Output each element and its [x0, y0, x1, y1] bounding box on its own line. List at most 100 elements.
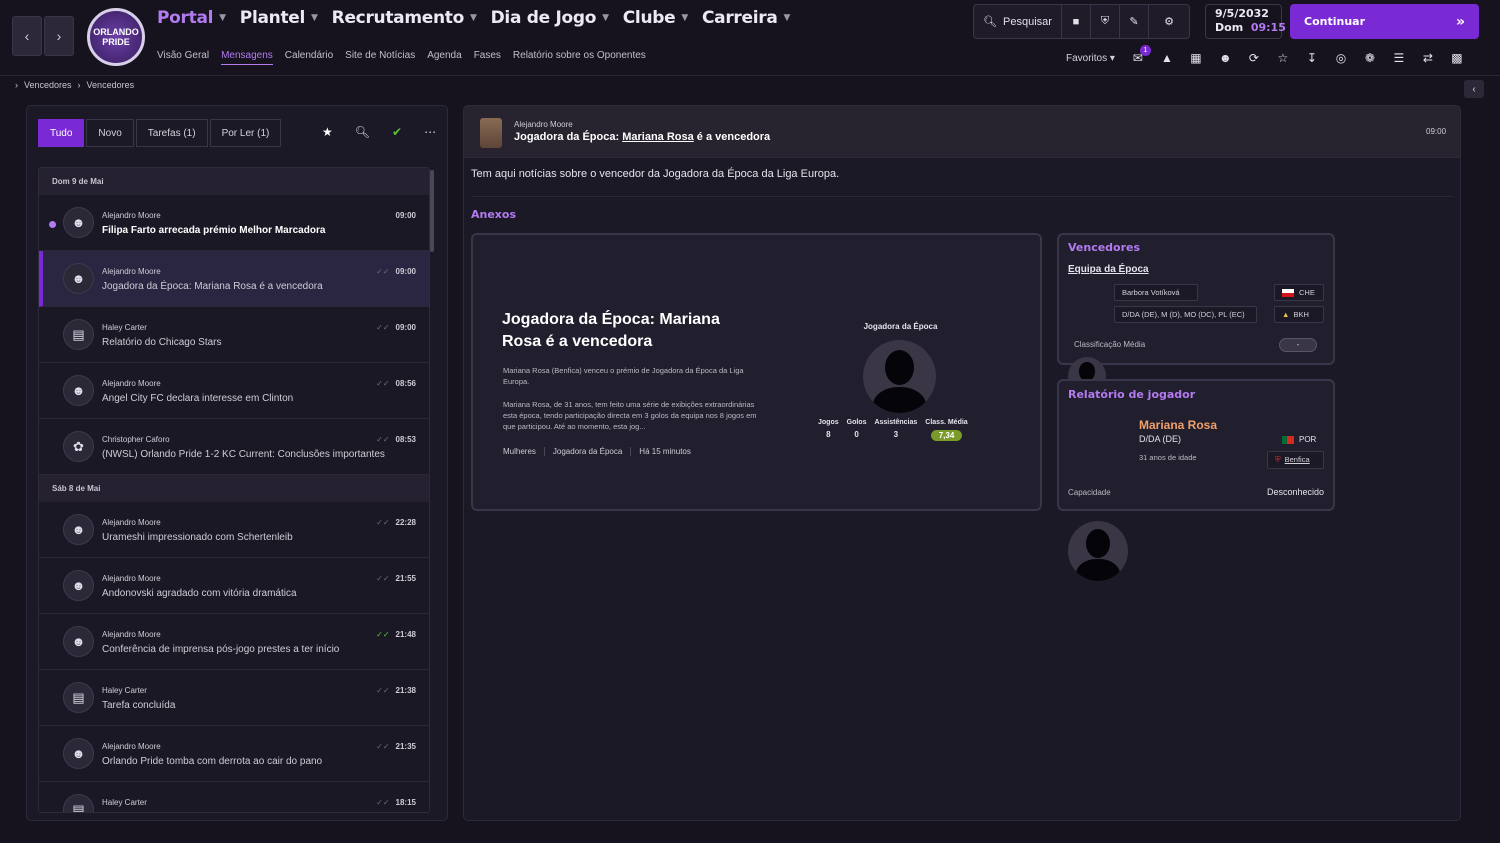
back-button[interactable]: ‹: [12, 16, 42, 56]
scout-icon[interactable]: ❁: [1364, 51, 1376, 65]
message-row[interactable]: ☻ Alejandro Moore Jogadora da Época: Maria…: [39, 251, 429, 307]
nav-plantel[interactable]: Plantel ▼: [240, 8, 318, 28]
message-time: 09:00: [1426, 127, 1447, 136]
filter-por-ler[interactable]: Por Ler (1): [209, 119, 282, 147]
subnav-site-noticias[interactable]: Site de Notícias: [345, 50, 415, 65]
message-row[interactable]: ✿ Christopher Caforo (NWSL) Orlando Pride …: [39, 419, 429, 475]
transfers-icon[interactable]: ⇄: [1422, 51, 1434, 65]
subnav-calendario[interactable]: Calendário: [285, 50, 333, 65]
time-text: 21:35: [395, 742, 416, 751]
subnav-fases[interactable]: Fases: [474, 50, 501, 65]
read-check-icon: ✓✓: [376, 742, 390, 751]
download-icon[interactable]: ↧: [1306, 51, 1318, 65]
document-icon[interactable]: ▩: [1451, 51, 1463, 65]
message-subject: Urameshi impressionado com Schertenleib: [102, 532, 293, 543]
subnav-agenda[interactable]: Agenda: [427, 50, 461, 65]
read-check-icon: ✓✓: [376, 574, 390, 583]
staff-icon[interactable]: ☻: [1219, 51, 1232, 65]
message-subject: Andonovski agradado com vitória dramátic…: [102, 588, 297, 599]
winner-player-name[interactable]: Barbora Votíková: [1114, 284, 1198, 301]
breadcrumb-item[interactable]: Vencedores: [24, 80, 72, 90]
award-label: Jogadora da Época: [863, 322, 938, 331]
filter-tudo[interactable]: Tudo: [38, 119, 85, 147]
report-age: 31 anos de idade: [1139, 453, 1197, 462]
more-icon[interactable]: ⋯: [424, 125, 436, 139]
news-tag: Jogadora da Época: [543, 447, 630, 456]
nav-label: Recrutamento: [331, 8, 465, 28]
message-sender: Alejandro Moore: [102, 630, 161, 639]
group-icon: ✿: [63, 431, 94, 462]
rating-value: -: [1279, 338, 1317, 352]
message-row[interactable]: ▤ Haley Carter Relatório do Chicago Stars ✓…: [39, 307, 429, 363]
list-actions: ★ 🔍︎ ✔ ⋯: [322, 125, 436, 139]
message-row[interactable]: ☻ Alejandro Moore Conferência de imprensa …: [39, 614, 429, 670]
message-row[interactable]: ▤ Haley Carter Tarefa concluída ✓✓ 21:38: [39, 670, 429, 726]
report-club[interactable]: ⛨ Benfica: [1267, 451, 1324, 469]
globe-icon[interactable]: ◎: [1335, 51, 1347, 65]
ability-label: Capacidade: [1068, 488, 1111, 497]
trophy-icon[interactable]: ☆: [1277, 51, 1289, 65]
message-row[interactable]: ☻ Alejandro Moore Andonovski agradado com …: [39, 558, 429, 614]
message-row[interactable]: ☻ Alejandro Moore Orlando Pride tomba com …: [39, 726, 429, 782]
search-icon[interactable]: 🔍︎: [355, 125, 370, 139]
message-row[interactable]: ☻ Alejandro Moore Angel City FC declara in…: [39, 363, 429, 419]
player-link[interactable]: Mariana Rosa: [622, 131, 694, 143]
edit-button[interactable]: ✎: [1120, 5, 1149, 38]
message-row[interactable]: ☻ Alejandro Moore Filipa Farto arrecada pr…: [39, 195, 429, 251]
time-text: 21:38: [395, 686, 416, 695]
tactics-icon[interactable]: ▦: [1190, 51, 1202, 65]
nav-portal[interactable]: Portal ▼: [157, 8, 226, 28]
message-sender: Alejandro Moore: [102, 379, 161, 388]
person-icon: ☻: [63, 570, 94, 601]
time-text: 18:15: [395, 798, 416, 807]
message-time: ✓✓ 09:00: [376, 323, 416, 332]
club-crest[interactable]: ORLANDO PRIDE: [87, 8, 145, 66]
subnav-relatorio-oponentes[interactable]: Relatório sobre os Oponentes: [513, 50, 646, 65]
flag-icon: [1282, 289, 1294, 298]
date-time-display[interactable]: 9/5/2032 Dom 09:15: [1205, 4, 1286, 39]
person-icon: ☻: [63, 375, 94, 406]
message-row[interactable]: ▤ Haley Carter ✓✓ 18:15: [39, 782, 429, 812]
nav-dia-de-jogo[interactable]: Dia de Jogo ▼: [491, 8, 609, 28]
person-icon: ☻: [63, 626, 94, 657]
check-icon[interactable]: ✔: [392, 125, 402, 139]
subnav-visao-geral[interactable]: Visão Geral: [157, 50, 209, 65]
favorites-dropdown[interactable]: Favoritos ▾: [1066, 53, 1115, 64]
search-button[interactable]: 🔍︎ Pesquisar: [974, 5, 1062, 38]
club-badge-icon: ▲: [1282, 310, 1290, 319]
filter-tarefas[interactable]: Tarefas (1): [135, 119, 208, 147]
message-sender: Alejandro Moore: [514, 120, 573, 129]
stat-value: 3: [893, 430, 899, 439]
winner-club: ▲ BKH: [1274, 306, 1324, 323]
settings-button[interactable]: ⚙: [1149, 5, 1189, 38]
breadcrumb-chevron-icon: ›: [77, 80, 81, 90]
sender-avatar[interactable]: [480, 118, 502, 148]
shirt-icon[interactable]: ▲: [1161, 51, 1173, 65]
club-button[interactable]: ⛨: [1091, 5, 1120, 38]
ability-value: Desconhecido: [1266, 487, 1324, 497]
read-check-icon: ✓✓: [376, 686, 390, 695]
breadcrumb-item[interactable]: Vencedores: [87, 80, 135, 90]
subnav-mensagens[interactable]: Mensagens: [221, 50, 273, 65]
nav-carreira[interactable]: Carreira ▼: [702, 8, 790, 28]
favorites-label: Favoritos: [1066, 52, 1108, 64]
finances-icon[interactable]: ☰: [1393, 51, 1405, 65]
star-icon[interactable]: ★: [322, 125, 333, 139]
inbox-icon[interactable]: ✉ 1: [1132, 45, 1151, 65]
winners-subtitle[interactable]: Equipa da Época: [1068, 264, 1149, 275]
collapse-panel-button[interactable]: ‹: [1464, 80, 1484, 98]
rating-label: Classificação Média: [1074, 340, 1146, 349]
player-stats: Jogos 8 Golos 0 Assistências 3 Class. Média…: [818, 419, 968, 441]
time-text: 22:28: [395, 518, 416, 527]
nav-clube[interactable]: Clube ▼: [623, 8, 689, 28]
notes-button[interactable]: ■: [1062, 5, 1091, 38]
continue-button[interactable]: Continuar »: [1290, 4, 1479, 39]
filter-novo[interactable]: Novo: [86, 119, 134, 147]
forward-button[interactable]: ›: [44, 16, 74, 56]
scrollbar[interactable]: [430, 170, 434, 252]
message-row[interactable]: ☻ Alejandro Moore Urameshi impressionado c…: [39, 502, 429, 558]
report-player-name[interactable]: Mariana Rosa: [1139, 418, 1217, 432]
nav-recrutamento[interactable]: Recrutamento ▼: [332, 8, 477, 28]
report-position: D/DA (DE): [1139, 434, 1182, 444]
refresh-icon[interactable]: ⟳: [1248, 51, 1260, 65]
